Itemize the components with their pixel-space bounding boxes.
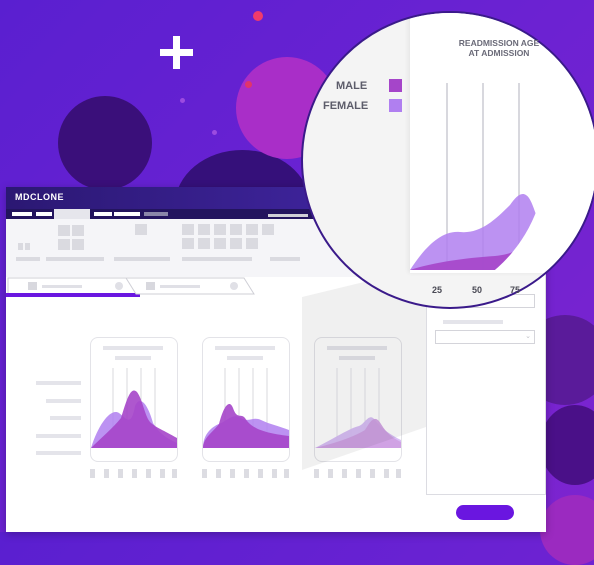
chevron-down-icon: ⌄ — [525, 333, 531, 340]
bg-dot — [245, 81, 252, 88]
zoom-chart-title: READMISSION AGE AT ADMISSION — [443, 38, 555, 58]
legend-swatch-female — [389, 99, 402, 112]
bg-dot — [253, 11, 263, 21]
bg-blob-dark — [58, 96, 152, 190]
bg-dot — [180, 98, 185, 103]
legend-swatch-male — [389, 79, 402, 92]
legend-label-male: MALE — [336, 80, 368, 92]
x-tick-label: 25 — [432, 285, 443, 295]
zoom-area-chart — [410, 83, 546, 270]
apply-button[interactable] — [456, 505, 514, 520]
bg-blob-dark — [540, 405, 594, 485]
zoom-chart-title-line2: AT ADMISSION — [468, 48, 530, 58]
plus-icon — [160, 36, 193, 69]
legend-label-female: FEMALE — [323, 100, 369, 112]
zoom-chart-title-line1: READMISSION AGE — [458, 38, 540, 48]
side-panel-label — [443, 320, 503, 324]
x-tick-label: 50 — [472, 285, 483, 295]
bg-dot — [212, 130, 217, 135]
bg-blob-magenta — [540, 495, 594, 565]
x-tick-label: 75 — [510, 285, 521, 295]
side-panel-select[interactable]: ⌄ — [435, 330, 535, 344]
